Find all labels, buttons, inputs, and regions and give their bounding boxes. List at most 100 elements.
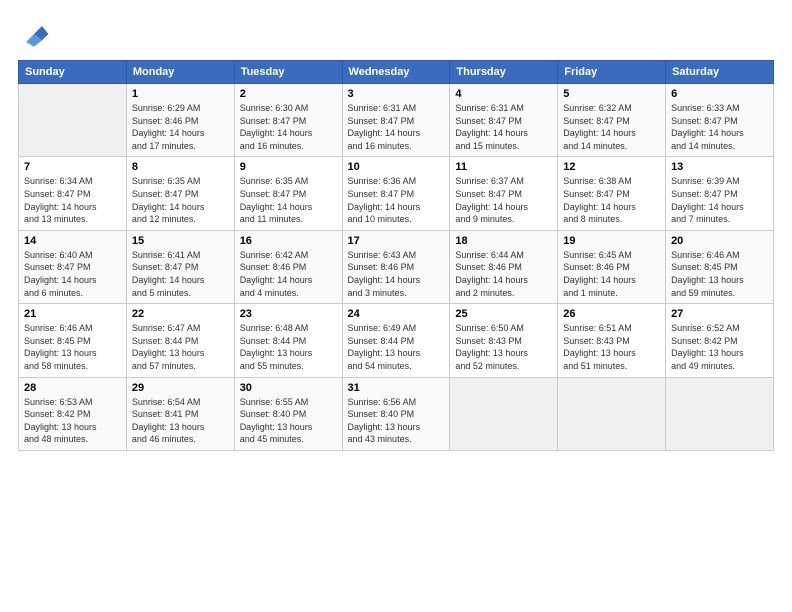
day-info: Sunrise: 6:34 AM Sunset: 8:47 PM Dayligh… — [24, 175, 121, 225]
day-number: 8 — [132, 161, 229, 173]
day-number: 20 — [671, 235, 768, 247]
day-info: Sunrise: 6:56 AM Sunset: 8:40 PM Dayligh… — [348, 396, 445, 446]
day-info: Sunrise: 6:33 AM Sunset: 8:47 PM Dayligh… — [671, 102, 768, 152]
day-cell — [19, 84, 127, 157]
day-info: Sunrise: 6:39 AM Sunset: 8:47 PM Dayligh… — [671, 175, 768, 225]
day-cell: 20 Sunrise: 6:46 AM Sunset: 8:45 PM Dayli… — [666, 230, 774, 303]
day-number: 28 — [24, 382, 121, 394]
day-cell: 26 Sunrise: 6:51 AM Sunset: 8:43 PM Dayli… — [558, 304, 666, 377]
day-number: 9 — [240, 161, 337, 173]
day-number: 30 — [240, 382, 337, 394]
day-cell: 7 Sunrise: 6:34 AM Sunset: 8:47 PM Daylig… — [19, 157, 127, 230]
day-cell: 25Sunrise: 6:50 AM Sunset: 8:43 PM Dayli… — [450, 304, 558, 377]
day-cell — [450, 377, 558, 450]
day-cell: 28 Sunrise: 6:53 AM Sunset: 8:42 PM Dayli… — [19, 377, 127, 450]
day-cell: 15 Sunrise: 6:41 AM Sunset: 8:47 PM Dayli… — [126, 230, 234, 303]
day-cell: 13 Sunrise: 6:39 AM Sunset: 8:47 PM Dayli… — [666, 157, 774, 230]
day-info: Sunrise: 6:48 AM Sunset: 8:44 PM Dayligh… — [240, 322, 337, 372]
day-info: Sunrise: 6:42 AM Sunset: 8:46 PM Dayligh… — [240, 249, 337, 299]
header — [18, 18, 774, 50]
day-number: 1 — [132, 88, 229, 100]
day-cell: 10 Sunrise: 6:36 AM Sunset: 8:47 PM Dayli… — [342, 157, 450, 230]
day-info: Sunrise: 6:40 AM Sunset: 8:47 PM Dayligh… — [24, 249, 121, 299]
day-cell: 31 Sunrise: 6:56 AM Sunset: 8:40 PM Dayli… — [342, 377, 450, 450]
day-cell: 2 Sunrise: 6:30 AM Sunset: 8:47 PM Daylig… — [234, 84, 342, 157]
day-number: 11 — [455, 161, 552, 173]
day-cell: 3 Sunrise: 6:31 AM Sunset: 8:47 PM Daylig… — [342, 84, 450, 157]
day-cell: 6 Sunrise: 6:33 AM Sunset: 8:47 PM Daylig… — [666, 84, 774, 157]
calendar-table: SundayMondayTuesdayWednesdayThursdayFrid… — [18, 60, 774, 451]
day-number: 31 — [348, 382, 445, 394]
week-row-4: 28 Sunrise: 6:53 AM Sunset: 8:42 PM Dayli… — [19, 377, 774, 450]
day-cell: 19Sunrise: 6:45 AM Sunset: 8:46 PM Dayli… — [558, 230, 666, 303]
day-cell: 27Sunrise: 6:52 AM Sunset: 8:42 PM Dayli… — [666, 304, 774, 377]
day-cell: 30 Sunrise: 6:55 AM Sunset: 8:40 PM Dayli… — [234, 377, 342, 450]
day-cell: 9 Sunrise: 6:35 AM Sunset: 8:47 PM Daylig… — [234, 157, 342, 230]
day-cell: 18 Sunrise: 6:44 AM Sunset: 8:46 PM Dayli… — [450, 230, 558, 303]
day-number: 7 — [24, 161, 121, 173]
day-info: Sunrise: 6:51 AM Sunset: 8:43 PM Dayligh… — [563, 322, 660, 372]
page: SundayMondayTuesdayWednesdayThursdayFrid… — [0, 0, 792, 612]
day-info: Sunrise: 6:30 AM Sunset: 8:47 PM Dayligh… — [240, 102, 337, 152]
day-number: 19 — [563, 235, 660, 247]
day-info: Sunrise: 6:38 AM Sunset: 8:47 PM Dayligh… — [563, 175, 660, 225]
day-info: Sunrise: 6:41 AM Sunset: 8:47 PM Dayligh… — [132, 249, 229, 299]
day-number: 23 — [240, 308, 337, 320]
day-number: 6 — [671, 88, 768, 100]
day-info: Sunrise: 6:44 AM Sunset: 8:46 PM Dayligh… — [455, 249, 552, 299]
day-info: Sunrise: 6:55 AM Sunset: 8:40 PM Dayligh… — [240, 396, 337, 446]
day-info: Sunrise: 6:32 AM Sunset: 8:47 PM Dayligh… — [563, 102, 660, 152]
day-number: 29 — [132, 382, 229, 394]
day-number: 21 — [24, 308, 121, 320]
day-info: Sunrise: 6:52 AM Sunset: 8:42 PM Dayligh… — [671, 322, 768, 372]
weekday-header-thursday: Thursday — [450, 61, 558, 84]
day-info: Sunrise: 6:31 AM Sunset: 8:47 PM Dayligh… — [348, 102, 445, 152]
day-cell: 4Sunrise: 6:31 AM Sunset: 8:47 PM Daylig… — [450, 84, 558, 157]
day-info: Sunrise: 6:35 AM Sunset: 8:47 PM Dayligh… — [240, 175, 337, 225]
day-number: 3 — [348, 88, 445, 100]
day-cell — [666, 377, 774, 450]
day-cell: 29 Sunrise: 6:54 AM Sunset: 8:41 PM Dayli… — [126, 377, 234, 450]
day-cell: 5 Sunrise: 6:32 AM Sunset: 8:47 PM Daylig… — [558, 84, 666, 157]
day-number: 5 — [563, 88, 660, 100]
day-number: 13 — [671, 161, 768, 173]
day-cell: 23 Sunrise: 6:48 AM Sunset: 8:44 PM Dayli… — [234, 304, 342, 377]
day-number: 18 — [455, 235, 552, 247]
weekday-header-wednesday: Wednesday — [342, 61, 450, 84]
day-cell — [558, 377, 666, 450]
day-number: 10 — [348, 161, 445, 173]
day-info: Sunrise: 6:54 AM Sunset: 8:41 PM Dayligh… — [132, 396, 229, 446]
weekday-header-saturday: Saturday — [666, 61, 774, 84]
day-cell: 16 Sunrise: 6:42 AM Sunset: 8:46 PM Dayli… — [234, 230, 342, 303]
day-cell: 1 Sunrise: 6:29 AM Sunset: 8:46 PM Daylig… — [126, 84, 234, 157]
day-number: 16 — [240, 235, 337, 247]
weekday-header-sunday: Sunday — [19, 61, 127, 84]
day-info: Sunrise: 6:46 AM Sunset: 8:45 PM Dayligh… — [24, 322, 121, 372]
day-number: 26 — [563, 308, 660, 320]
logo-icon — [18, 18, 50, 50]
day-info: Sunrise: 6:46 AM Sunset: 8:45 PM Dayligh… — [671, 249, 768, 299]
day-number: 24 — [348, 308, 445, 320]
weekday-header-friday: Friday — [558, 61, 666, 84]
day-info: Sunrise: 6:49 AM Sunset: 8:44 PM Dayligh… — [348, 322, 445, 372]
weekday-header-row: SundayMondayTuesdayWednesdayThursdayFrid… — [19, 61, 774, 84]
day-info: Sunrise: 6:53 AM Sunset: 8:42 PM Dayligh… — [24, 396, 121, 446]
day-info: Sunrise: 6:37 AM Sunset: 8:47 PM Dayligh… — [455, 175, 552, 225]
day-number: 15 — [132, 235, 229, 247]
day-number: 25 — [455, 308, 552, 320]
day-info: Sunrise: 6:47 AM Sunset: 8:44 PM Dayligh… — [132, 322, 229, 372]
day-info: Sunrise: 6:36 AM Sunset: 8:47 PM Dayligh… — [348, 175, 445, 225]
day-info: Sunrise: 6:43 AM Sunset: 8:46 PM Dayligh… — [348, 249, 445, 299]
logo — [18, 18, 54, 50]
day-info: Sunrise: 6:31 AM Sunset: 8:47 PM Dayligh… — [455, 102, 552, 152]
day-cell: 14Sunrise: 6:40 AM Sunset: 8:47 PM Dayli… — [19, 230, 127, 303]
week-row-1: 7 Sunrise: 6:34 AM Sunset: 8:47 PM Daylig… — [19, 157, 774, 230]
week-row-2: 14Sunrise: 6:40 AM Sunset: 8:47 PM Dayli… — [19, 230, 774, 303]
day-cell: 22Sunrise: 6:47 AM Sunset: 8:44 PM Dayli… — [126, 304, 234, 377]
day-info: Sunrise: 6:29 AM Sunset: 8:46 PM Dayligh… — [132, 102, 229, 152]
day-cell: 21 Sunrise: 6:46 AM Sunset: 8:45 PM Dayli… — [19, 304, 127, 377]
weekday-header-monday: Monday — [126, 61, 234, 84]
day-cell: 8Sunrise: 6:35 AM Sunset: 8:47 PM Daylig… — [126, 157, 234, 230]
day-cell: 24 Sunrise: 6:49 AM Sunset: 8:44 PM Dayli… — [342, 304, 450, 377]
day-number: 2 — [240, 88, 337, 100]
